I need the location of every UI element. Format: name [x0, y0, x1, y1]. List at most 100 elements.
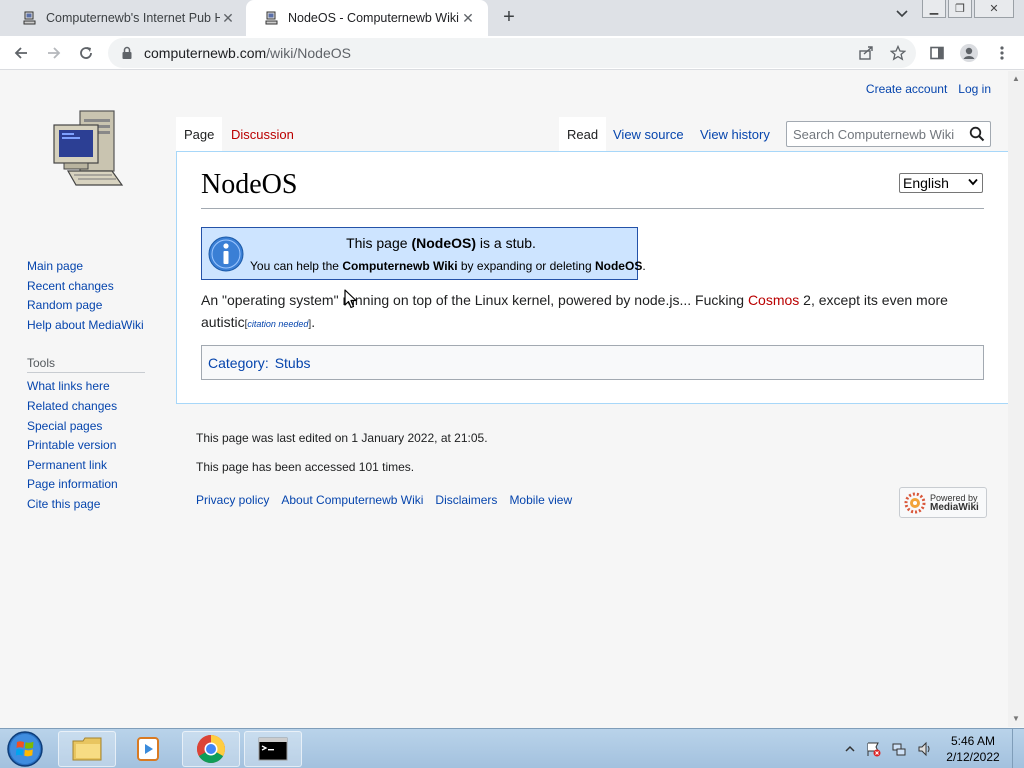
stub-line-2-page: NodeOS [594, 259, 643, 273]
tab-view-source[interactable]: View source [605, 117, 692, 151]
tab-read[interactable]: Read [559, 117, 607, 151]
sidebar-item-special-pages[interactable]: Special pages [27, 417, 167, 437]
chrome-icon [197, 735, 225, 763]
personal-tools: Create account Log in [866, 82, 991, 96]
article-text-1: An "operating system" running on top of … [201, 292, 748, 308]
footer-disclaimers-link[interactable]: Disclaimers [435, 493, 497, 507]
wiki-logo-computer-icon[interactable] [50, 107, 126, 193]
stub-notice: This page (NodeOS) is a stub. You can he… [201, 227, 646, 280]
taskbar-explorer-button[interactable] [58, 731, 116, 767]
page-viewport: Create account Log in Page Discussion Re… [0, 71, 1024, 727]
folder-icon [72, 737, 102, 761]
browser-toolbar: computernewb.com/wiki/NodeOS [0, 36, 1024, 70]
category-colon: : [264, 354, 269, 371]
sidebar-tools-heading-label: Tools [27, 356, 56, 371]
tab-close-icon[interactable]: ✕ [220, 10, 236, 27]
search-icon[interactable] [964, 122, 990, 146]
address-bar[interactable]: computernewb.com/wiki/NodeOS [108, 38, 916, 68]
back-arrow-icon[interactable] [9, 41, 33, 65]
command-prompt-icon [258, 737, 288, 761]
create-account-link[interactable]: Create account [866, 82, 947, 96]
windows-taskbar: 5:46 AM 2/12/2022 [0, 728, 1024, 768]
tab-close-icon[interactable]: ✕ [460, 10, 476, 27]
tab-view-source-label: View source [613, 126, 684, 142]
title-divider [201, 208, 984, 209]
category-stubs-link[interactable]: Stubs [275, 355, 311, 371]
cosmos-redlink[interactable]: Cosmos [748, 292, 799, 308]
tab-nodeos[interactable]: NodeOS - Computernewb Wiki ✕ [246, 0, 488, 36]
tab-discussion-label: Discussion [231, 126, 294, 142]
taskbar-media-player-button[interactable] [120, 731, 178, 767]
sidebar-item-what-links-here[interactable]: What links here [27, 377, 167, 397]
stub-line-1: This page (NodeOS) is a stub. [202, 235, 680, 251]
lock-icon[interactable] [120, 46, 134, 60]
sidebar-item-random-page[interactable]: Random page [27, 296, 167, 316]
stub-line-2-post: . [642, 259, 646, 273]
powered-by-text: Powered by MediaWiki [930, 493, 979, 513]
tab-view-history[interactable]: View history [692, 117, 778, 151]
powered-by-line-2: MediaWiki [930, 501, 979, 513]
show-desktop-button[interactable] [1012, 729, 1024, 768]
stub-line-2-mid: by expanding or deleting [457, 259, 595, 273]
sidebar-item-recent-changes[interactable]: Recent changes [27, 277, 167, 297]
stub-line-1-post: is a stub. [476, 235, 536, 251]
tab-internet-pub-hub[interactable]: Computernewb's Internet Pub Hub ✕ [4, 0, 248, 36]
citation-needed-link[interactable]: citation needed [247, 319, 308, 329]
profile-avatar-icon[interactable] [957, 41, 981, 65]
sidebar-item-printable-version[interactable]: Printable version [27, 436, 167, 456]
footer-mobile-view-link[interactable]: Mobile view [509, 493, 572, 507]
taskbar-cmd-button[interactable] [244, 731, 302, 767]
show-hidden-icons-arrow-icon[interactable] [845, 745, 855, 753]
windows-start-button-icon[interactable] [6, 730, 44, 768]
window-close-icon[interactable]: ✕ [974, 0, 1014, 18]
tab-page[interactable]: Page [176, 117, 223, 151]
side-panel-icon[interactable] [925, 41, 949, 65]
article-body: An "operating system" running on top of … [201, 289, 991, 336]
sidebar-item-related-changes[interactable]: Related changes [27, 397, 167, 417]
log-in-link[interactable]: Log in [958, 82, 991, 96]
clock-time: 5:46 AM [950, 734, 996, 748]
bookmark-star-icon[interactable] [886, 41, 910, 65]
new-tab-button[interactable]: + [498, 6, 520, 28]
category-label-link[interactable]: Category [208, 355, 265, 371]
page-tabs: Page Discussion Read View source View hi… [176, 117, 1008, 151]
menu-kebab-icon[interactable] [990, 41, 1014, 65]
tab-title: NodeOS - Computernewb Wiki [288, 11, 459, 25]
taskbar-chrome-button[interactable] [182, 731, 240, 767]
scroll-down-arrow-icon[interactable]: ▼ [1008, 711, 1024, 727]
action-center-flag-icon[interactable] [865, 741, 881, 757]
scroll-up-arrow-icon[interactable]: ▲ [1008, 71, 1024, 87]
forward-arrow-icon[interactable] [42, 41, 66, 65]
media-player-icon [137, 737, 159, 761]
wiki-search-input[interactable]: Search Computernewb Wiki [786, 121, 991, 147]
network-icon[interactable] [891, 741, 907, 757]
main-content: NodeOS English This page (NodeOS) is a s… [176, 151, 1008, 404]
sidebar-item-main-page[interactable]: Main page [27, 257, 167, 277]
tab-strip: Computernewb's Internet Pub Hub ✕ NodeOS… [0, 0, 1024, 36]
reload-icon[interactable] [74, 41, 98, 65]
sidebar-item-permanent-link[interactable]: Permanent link [27, 456, 167, 476]
tab-search-chevron-icon[interactable] [896, 9, 908, 19]
tab-discussion[interactable]: Discussion [223, 117, 302, 151]
clock-date: 2/12/2022 [946, 750, 1000, 764]
url-host: computernewb.com [144, 45, 267, 61]
stub-line-2-pre: You can help the [250, 259, 343, 273]
powered-by-mediawiki-badge[interactable]: Powered by MediaWiki [899, 487, 987, 518]
taskbar-clock[interactable]: 5:46 AM 2/12/2022 [928, 733, 1018, 765]
minimize-icon[interactable]: ▁ [922, 0, 946, 18]
sidebar-item-page-information[interactable]: Page information [27, 475, 167, 495]
chevron-down-icon [968, 178, 978, 186]
sidebar-item-help[interactable]: Help about MediaWiki [27, 316, 167, 336]
footer-about-link[interactable]: About Computernewb Wiki [281, 493, 423, 507]
sidebar-tools-heading: Tools [27, 356, 145, 374]
language-select[interactable]: English [899, 173, 983, 193]
footer-privacy-link[interactable]: Privacy policy [196, 493, 269, 507]
page-title: NodeOS [201, 169, 298, 200]
page-scrollbar[interactable]: ▲ ▼ [1008, 71, 1024, 727]
article-text-end: . [311, 314, 316, 330]
restore-icon[interactable]: ❐ [948, 0, 972, 18]
share-icon[interactable] [854, 41, 878, 65]
tab-title: Computernewb's Internet Pub Hub [46, 11, 220, 25]
tab-page-label: Page [184, 126, 215, 142]
sidebar-item-cite-this-page[interactable]: Cite this page [27, 495, 167, 515]
